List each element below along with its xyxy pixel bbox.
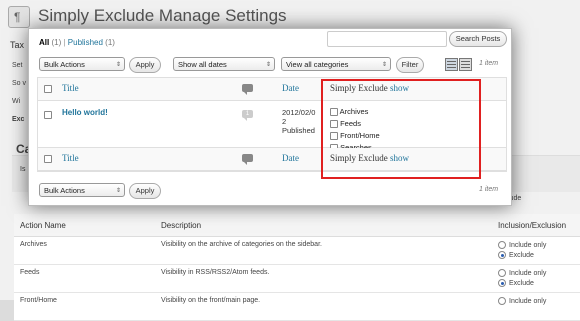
categories-value: View all categories xyxy=(286,60,349,69)
side-label-4: Exc xyxy=(12,116,25,123)
search-input[interactable] xyxy=(327,31,447,47)
bulk-actions-select[interactable]: Bulk Actions ⇕ xyxy=(39,57,125,71)
include-only-radio[interactable]: Include only xyxy=(498,297,579,307)
col-inclusion: Inclusion/Exclusion xyxy=(492,214,580,237)
row-name: Front/Home xyxy=(14,292,155,321)
comments-column-icon xyxy=(242,84,253,95)
select-arrow-icon: ⇕ xyxy=(115,62,121,68)
post-checkbox[interactable] xyxy=(44,111,52,119)
highlight-box xyxy=(321,79,481,179)
excerpt-view-icon[interactable] xyxy=(459,58,472,71)
row-name: Feeds xyxy=(14,264,155,293)
category-row-label: Is xyxy=(20,166,26,173)
post-status: Published xyxy=(282,126,315,135)
side-label-3: Wi xyxy=(12,98,21,105)
settings-logo-icon: ¶ xyxy=(8,6,30,28)
dates-value: Show all dates xyxy=(178,60,227,69)
exclude-radio[interactable]: Exclude xyxy=(498,279,579,289)
include-only-radio[interactable]: Include only xyxy=(498,269,579,279)
filter-separator: | xyxy=(63,38,66,47)
list-view-icon[interactable] xyxy=(445,58,458,71)
comments-column-icon xyxy=(242,154,253,165)
row-name: Archives xyxy=(14,236,155,265)
col-description: Description xyxy=(155,214,492,237)
column-title-link-footer[interactable]: Title xyxy=(62,153,79,163)
row-description: Visibility in RSS/RSS2/Atom feeds. xyxy=(155,264,492,293)
status-filters: All (1) | Published (1) xyxy=(39,38,115,47)
apply-button-bottom[interactable]: Apply xyxy=(129,183,161,199)
action-table: Action Name Description Inclusion/Exclus… xyxy=(14,214,580,321)
row-description: Visibility on the front/main page. xyxy=(155,292,492,321)
posts-modal: All (1) | Published (1) Search Posts Bul… xyxy=(28,28,512,206)
table-row: Front/Home Visibility on the front/main … xyxy=(14,292,580,321)
row-options: Include only xyxy=(492,292,580,321)
filter-button[interactable]: Filter xyxy=(396,57,424,73)
side-label-2: So v xyxy=(12,80,27,87)
item-count-bottom: 1 item xyxy=(479,186,499,193)
bulk-actions-value: Bulk Actions xyxy=(44,60,85,69)
col-action-name: Action Name xyxy=(14,214,155,237)
include-only-radio[interactable]: Include only xyxy=(498,241,579,251)
comment-count-bubble[interactable]: 1 xyxy=(242,110,253,121)
table-row: Feeds Visibility in RSS/RSS2/Atom feeds.… xyxy=(14,264,580,293)
row-options: Include only Exclude xyxy=(492,236,580,265)
post-date-line: 2012/02/0 xyxy=(282,108,316,117)
column-date-link[interactable]: Date xyxy=(282,83,299,93)
select-arrow-icon: ⇕ xyxy=(265,62,271,68)
bulk-actions-value: Bulk Actions xyxy=(44,186,85,195)
select-all-checkbox-footer[interactable] xyxy=(44,155,52,163)
filter-published-count: (1) xyxy=(105,38,115,47)
section-taxonomy-heading: Tax xyxy=(10,40,25,50)
select-all-checkbox[interactable] xyxy=(44,85,52,93)
dates-select[interactable]: Show all dates ⇕ xyxy=(173,57,275,71)
item-count-top: 1 item xyxy=(479,60,499,67)
post-date-line: 2 xyxy=(282,117,287,126)
page-title: Simply Exclude Manage Settings xyxy=(38,6,287,25)
filter-published[interactable]: Published xyxy=(68,38,103,47)
row-options: Include only Exclude xyxy=(492,264,580,293)
table-row: Archives Visibility on the archive of ca… xyxy=(14,236,580,265)
post-title-link[interactable]: Hello world! xyxy=(62,108,108,117)
search-posts-button[interactable]: Search Posts xyxy=(449,31,507,47)
exclude-radio[interactable]: Exclude xyxy=(498,251,579,261)
bulk-actions-select-bottom[interactable]: Bulk Actions ⇕ xyxy=(39,183,125,197)
post-date: 2012/02/0 2 Published xyxy=(282,108,315,135)
select-arrow-icon: ⇕ xyxy=(381,62,387,68)
categories-select[interactable]: View all categories ⇕ xyxy=(281,57,391,71)
column-title-link[interactable]: Title xyxy=(62,83,79,93)
apply-button-top[interactable]: Apply xyxy=(129,57,161,73)
action-table-header: Action Name Description Inclusion/Exclus… xyxy=(14,214,580,237)
side-label-1: Set xyxy=(12,62,23,69)
filter-all-count: (1) xyxy=(51,38,62,47)
filter-all[interactable]: All xyxy=(39,38,49,47)
select-arrow-icon: ⇕ xyxy=(115,188,121,194)
column-date-link-footer[interactable]: Date xyxy=(282,153,299,163)
row-description: Visibility on the archive of categories … xyxy=(155,236,492,265)
